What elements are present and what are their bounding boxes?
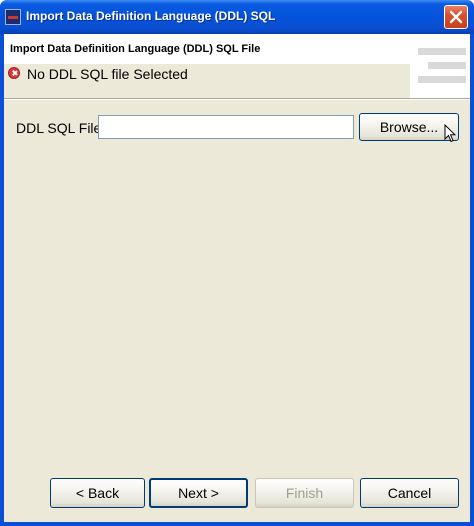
error-message: No DDL SQL file Selected [27, 66, 188, 82]
wizard-banner: Import Data Definition Language (DDL) SQ… [4, 34, 470, 98]
banner-message: No DDL SQL file Selected [4, 64, 410, 98]
close-button[interactable] [444, 5, 468, 29]
back-button[interactable]: < Back [50, 478, 145, 508]
dialog-body: Import Data Definition Language (DDL) SQ… [4, 34, 470, 522]
cancel-button[interactable]: Cancel [360, 478, 459, 508]
banner-separator [4, 98, 470, 100]
app-icon [5, 9, 21, 25]
window-title: Import Data Definition Language (DDL) SQ… [26, 9, 276, 23]
banner-title: Import Data Definition Language (DDL) SQ… [10, 43, 261, 55]
banner-graphic-icon [414, 48, 470, 98]
next-button[interactable]: Next > [149, 478, 248, 508]
dialog-window: Import Data Definition Language (DDL) SQ… [0, 0, 474, 526]
ddl-file-label: DDL SQL File [16, 120, 102, 136]
title-bar[interactable]: Import Data Definition Language (DDL) SQ… [0, 0, 474, 34]
ddl-file-input[interactable] [98, 115, 354, 139]
error-icon [8, 67, 20, 79]
mouse-cursor-icon [444, 124, 456, 143]
close-icon [449, 10, 463, 24]
finish-button[interactable]: Finish [255, 478, 354, 508]
